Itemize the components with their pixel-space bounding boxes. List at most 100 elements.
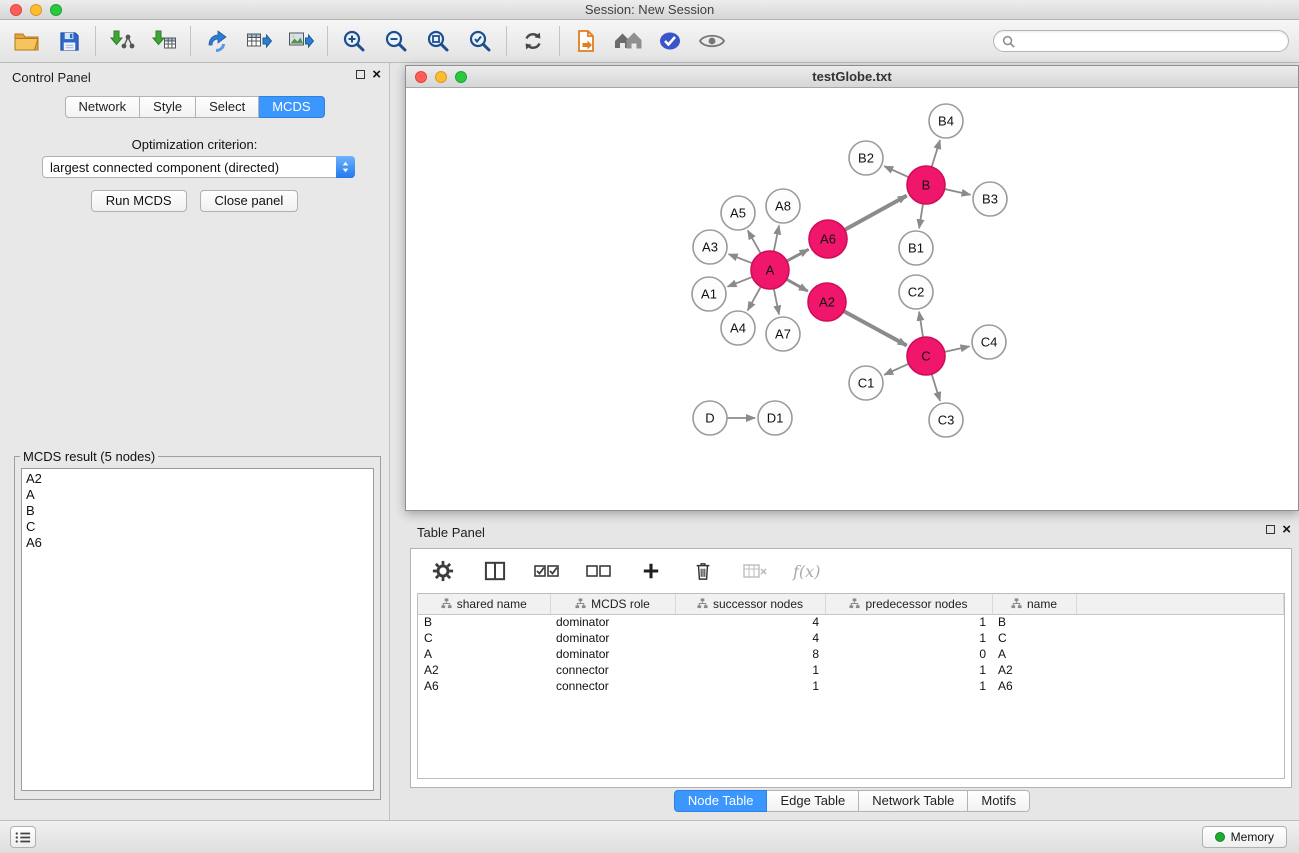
export-table-button[interactable] bbox=[242, 25, 276, 57]
graph-node-C1[interactable]: C1 bbox=[849, 366, 883, 400]
zoom-in-button[interactable] bbox=[337, 25, 371, 57]
close-panel-icon[interactable]: × bbox=[372, 69, 381, 80]
show-panels-button[interactable] bbox=[10, 826, 36, 848]
tab-mcds[interactable]: MCDS bbox=[259, 96, 324, 118]
blue-check-button[interactable] bbox=[653, 25, 687, 57]
graph-node-C3[interactable]: C3 bbox=[929, 403, 963, 437]
table-cell[interactable]: A2 bbox=[992, 662, 1076, 678]
table-row[interactable]: A6connector11A6 bbox=[418, 678, 1284, 694]
table-cell[interactable]: A2 bbox=[418, 662, 550, 678]
graph-edge-A-A2[interactable] bbox=[787, 279, 808, 291]
run-mcds-button[interactable]: Run MCDS bbox=[91, 190, 187, 212]
table-cell[interactable]: A bbox=[418, 646, 550, 662]
graph-edge-A6-B[interactable] bbox=[845, 196, 907, 230]
select-all-button[interactable] bbox=[533, 557, 561, 585]
graph-node-C2[interactable]: C2 bbox=[899, 275, 933, 309]
table-row[interactable]: Cdominator41C bbox=[418, 630, 1284, 646]
tab-motifs[interactable]: Motifs bbox=[968, 790, 1030, 812]
save-session-button[interactable] bbox=[52, 25, 86, 57]
network-window-titlebar[interactable]: testGlobe.txt bbox=[406, 66, 1298, 88]
open-session-button[interactable] bbox=[10, 25, 44, 57]
graph-edge-C-C1[interactable] bbox=[884, 364, 908, 375]
graph-node-D1[interactable]: D1 bbox=[758, 401, 792, 435]
table-cell[interactable]: 1 bbox=[825, 662, 992, 678]
graph-edge-C-C3[interactable] bbox=[932, 374, 940, 401]
graph-edge-A2-C[interactable] bbox=[844, 311, 907, 345]
criterion-dropdown[interactable]: largest connected component (directed) bbox=[42, 156, 355, 178]
graph-node-A[interactable]: A bbox=[751, 251, 789, 289]
add-column-button[interactable] bbox=[637, 557, 665, 585]
graph-node-A4[interactable]: A4 bbox=[721, 311, 755, 345]
graph-edge-A-A4[interactable] bbox=[748, 287, 761, 311]
table-cell[interactable]: 8 bbox=[675, 646, 825, 662]
graph-node-B4[interactable]: B4 bbox=[929, 104, 963, 138]
graph-node-B2[interactable]: B2 bbox=[849, 141, 883, 175]
table-cell[interactable]: dominator bbox=[550, 614, 675, 630]
table-cell[interactable]: 1 bbox=[675, 662, 825, 678]
table-row[interactable]: A2connector11A2 bbox=[418, 662, 1284, 678]
table-settings-button[interactable] bbox=[429, 557, 457, 585]
deselect-all-button[interactable] bbox=[585, 557, 613, 585]
close-panel-button[interactable]: Close panel bbox=[200, 190, 299, 212]
table-cell[interactable]: dominator bbox=[550, 630, 675, 646]
result-item[interactable]: C bbox=[26, 519, 373, 535]
graph-edge-A-A7[interactable] bbox=[774, 289, 779, 315]
float-panel-icon[interactable] bbox=[356, 70, 365, 79]
graph-edge-B-B4[interactable] bbox=[932, 140, 940, 167]
show-hide-button[interactable] bbox=[695, 25, 729, 57]
graph-node-B3[interactable]: B3 bbox=[973, 182, 1007, 216]
graph-node-A7[interactable]: A7 bbox=[766, 317, 800, 351]
result-item[interactable]: A6 bbox=[26, 535, 373, 551]
graph-node-A6[interactable]: A6 bbox=[809, 220, 847, 258]
graph-node-D[interactable]: D bbox=[693, 401, 727, 435]
graph-node-A3[interactable]: A3 bbox=[693, 230, 727, 264]
table-cell[interactable]: connector bbox=[550, 678, 675, 694]
import-table-button[interactable] bbox=[147, 25, 181, 57]
graph-edge-B-B2[interactable] bbox=[884, 166, 908, 177]
graph-node-B[interactable]: B bbox=[907, 166, 945, 204]
result-item[interactable]: B bbox=[26, 503, 373, 519]
network-document-button[interactable] bbox=[569, 25, 603, 57]
hide-columns-button[interactable] bbox=[741, 557, 769, 585]
function-builder-button[interactable]: f(x) bbox=[793, 562, 820, 581]
graph-node-A5[interactable]: A5 bbox=[721, 196, 755, 230]
graph-node-A2[interactable]: A2 bbox=[808, 283, 846, 321]
table-cell[interactable]: B bbox=[418, 614, 550, 630]
table-row[interactable]: Bdominator41B bbox=[418, 614, 1284, 630]
column-header-successor-nodes[interactable]: successor nodes bbox=[675, 594, 825, 614]
graph-edge-B-B3[interactable] bbox=[945, 189, 971, 195]
network-canvas[interactable]: B4B2BB3A5A8A6B1A3AC2A1A2A4A7CC4C1C3DD1 bbox=[406, 88, 1298, 510]
zoom-out-button[interactable] bbox=[379, 25, 413, 57]
graph-node-C4[interactable]: C4 bbox=[972, 325, 1006, 359]
graph-edge-B-B1[interactable] bbox=[919, 204, 923, 228]
graph-edge-A-A5[interactable] bbox=[748, 230, 761, 253]
tab-network-table[interactable]: Network Table bbox=[859, 790, 968, 812]
mcds-result-list[interactable]: A2ABCA6 bbox=[21, 468, 374, 791]
import-network-button[interactable] bbox=[105, 25, 139, 57]
table-cell[interactable]: B bbox=[992, 614, 1076, 630]
home-button[interactable] bbox=[611, 25, 645, 57]
graph-edge-A-A6[interactable] bbox=[787, 249, 809, 261]
graph-edge-C-C4[interactable] bbox=[945, 346, 970, 352]
table-cell[interactable]: 1 bbox=[675, 678, 825, 694]
column-header-predecessor-nodes[interactable]: predecessor nodes bbox=[825, 594, 992, 614]
table-cell[interactable]: C bbox=[992, 630, 1076, 646]
column-header-mcds-role[interactable]: MCDS role bbox=[550, 594, 675, 614]
table-cell[interactable]: C bbox=[418, 630, 550, 646]
export-image-button[interactable] bbox=[284, 25, 318, 57]
toolbar-search[interactable] bbox=[993, 30, 1289, 52]
graph-edge-A-A1[interactable] bbox=[728, 277, 753, 287]
split-view-button[interactable] bbox=[481, 557, 509, 585]
graph-edge-C-C2[interactable] bbox=[919, 312, 923, 337]
memory-button[interactable]: Memory bbox=[1202, 826, 1287, 848]
table-cell[interactable]: A6 bbox=[992, 678, 1076, 694]
zoom-fit-button[interactable] bbox=[421, 25, 455, 57]
table-row[interactable]: Adominator80A bbox=[418, 646, 1284, 662]
table-cell[interactable]: connector bbox=[550, 662, 675, 678]
graph-node-C[interactable]: C bbox=[907, 337, 945, 375]
close-table-panel-icon[interactable]: × bbox=[1282, 524, 1291, 535]
table-cell[interactable]: A6 bbox=[418, 678, 550, 694]
table-cell[interactable]: 1 bbox=[825, 630, 992, 646]
table-cell[interactable]: dominator bbox=[550, 646, 675, 662]
column-header-shared-name[interactable]: shared name bbox=[418, 594, 550, 614]
